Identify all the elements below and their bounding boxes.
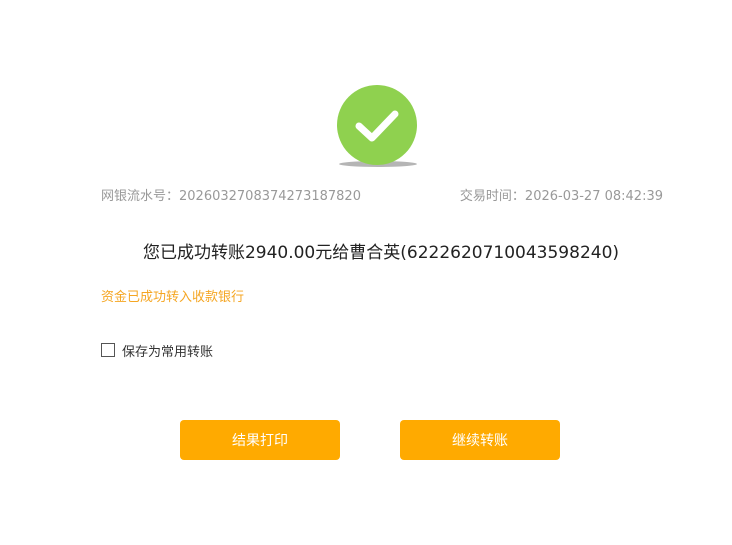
time-value: 2026-03-27 08:42:39 xyxy=(524,189,663,204)
print-result-button[interactable]: 结果打印 xyxy=(180,420,340,460)
funds-notice: 资金已成功转入收款银行 xyxy=(101,290,245,305)
success-badge xyxy=(337,85,419,167)
transfer-success-message: 您已成功转账2940.00元给曹合英(6222620710043598240) xyxy=(142,243,620,263)
continue-transfer-button[interactable]: 继续转账 xyxy=(400,420,560,460)
save-favorite-checkbox[interactable] xyxy=(101,343,115,357)
check-icon xyxy=(355,110,399,142)
serial-label: 网银流水号： xyxy=(101,189,180,204)
time-label: 交易时间： xyxy=(459,189,525,204)
transfer-result-page: 网银流水号：20260327083742731878​20 交易时间：2026-… xyxy=(0,0,732,545)
success-circle xyxy=(337,85,417,165)
transaction-time: 交易时间：2026-03-27 08:42:39 xyxy=(460,185,663,204)
save-favorite-label: 保存为常用转账 xyxy=(122,344,214,360)
serial-number: 网银流水号：20260327083742731878​20 xyxy=(101,185,361,204)
save-as-favorite[interactable]: 保存为常用转账 xyxy=(101,342,214,360)
serial-value: 20260327083742731878​20 xyxy=(179,189,361,204)
